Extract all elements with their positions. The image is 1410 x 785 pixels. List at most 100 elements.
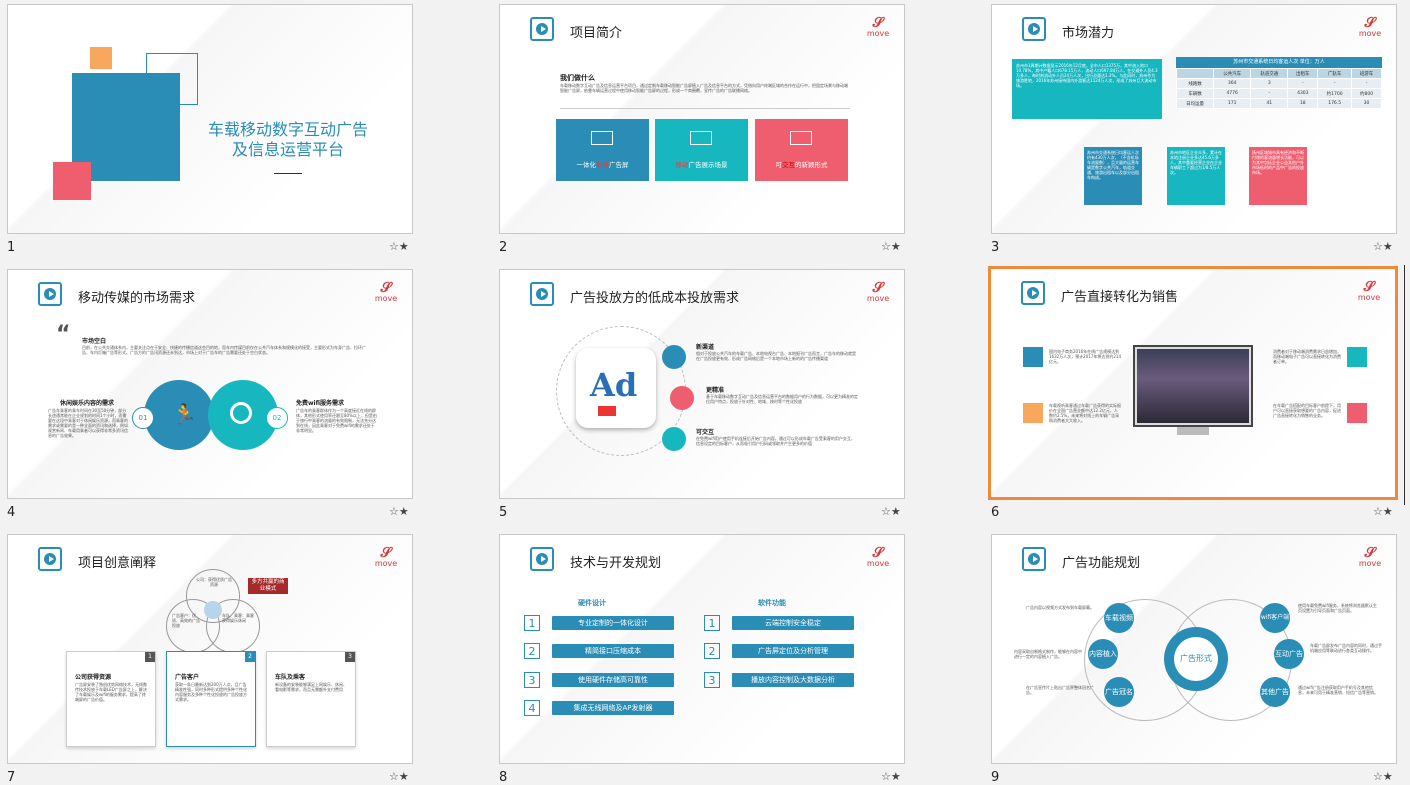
- scrollbar-marker[interactable]: [1404, 265, 1407, 505]
- text-content: 内容采取自制格式制作，能够在内容中进行一定的内容植入广告。: [1014, 649, 1082, 659]
- slide-number: 7: [7, 770, 16, 785]
- laptop-icon: [591, 131, 613, 145]
- hand-icon: [1347, 347, 1367, 367]
- quote-icon: “: [56, 322, 71, 347]
- thumbnail-slide-1[interactable]: 车载移动数字互动广告 及信息运营平台 1 ☆★: [7, 4, 413, 260]
- play-icon: [38, 282, 62, 306]
- population-textbox: 苏州市1周期计数据显示2016年12月底，全市人口1375万，其中流入地口10.…: [1012, 59, 1162, 119]
- slide-2[interactable]: 项目简介 𝒮move 我们做什么 车载移动数字互动广告及信息运营平台项目，通过定…: [499, 4, 905, 234]
- deco-square-orange: [90, 47, 112, 69]
- text-interactive: 车载广告屏发布广告内容的同时，通过手机端应用等联动进行各类互动操作。: [1310, 643, 1382, 653]
- slide-title: 项目简介: [570, 26, 623, 41]
- table-title: 苏州市交通系统日均客运人次 单位：万人: [1176, 57, 1382, 68]
- slide-number: 5: [499, 505, 508, 520]
- node-wifi: wifi客户端: [1260, 603, 1290, 633]
- slide-number: 1: [7, 240, 16, 255]
- right-body: 广告车的乘客群体作为一个高度接近在线的群体，其他形式使用率还跟至80%以上，但是…: [296, 408, 377, 433]
- thumbnail-slide-8[interactable]: 技术与开发规划 𝒮move 硬件设计 软件功能 1 专业定制的一体化设计 2 精…: [499, 534, 905, 785]
- slide-8[interactable]: 技术与开发规划 𝒮move 硬件设计 软件功能 1 专业定制的一体化设计 2 精…: [499, 534, 905, 764]
- bulb-icon: [1023, 347, 1043, 367]
- item-body-3: 在免费wifi用户使用手机连接后开始广告内容。通过可以形成车载广告受乘客的用户交…: [696, 436, 855, 446]
- animation-star-icon: ☆★: [1373, 505, 1393, 518]
- node-other: 其他广告: [1260, 677, 1290, 707]
- item-body-2: 基于车载移动数字互动广告及信息运营平台的数据用户的行为数据，可以更为精准的定位用…: [706, 394, 858, 404]
- slide-7[interactable]: 项目创意阐释 𝒮move 公司：获得优质广告资源 广告客户：优质、高效的广告投放…: [7, 534, 413, 764]
- node-sponsor: 广告冠名: [1104, 677, 1134, 707]
- hardware-heading: 硬件设计: [578, 599, 606, 607]
- title-underline: [274, 173, 302, 174]
- slide-6-selected[interactable]: 广告直接转化为销售 𝒮move 国内电子商务2016年在线广告规模达到1632万…: [988, 266, 1398, 500]
- card-company: 1 公司获得资源 广告屏安装了独创优势网络技术，无线数传技术投放于车载LED广告…: [66, 651, 156, 747]
- ad-app-icon: Ad: [576, 348, 656, 428]
- monitor-stand: [1177, 427, 1209, 435]
- runner-icon: 🏃: [172, 402, 197, 426]
- table-row: 日均运量 171 41 18 176.5 30: [1175, 98, 1382, 109]
- play-icon: [1022, 547, 1046, 571]
- laptop-icon: [790, 131, 812, 145]
- left-heading: 休闲娱乐内容的需求: [60, 400, 115, 407]
- thumbnail-slide-4[interactable]: 移动传媒的市场需求 𝒮move “ 市场空白 目前，在公共交通体系内，主要关注点…: [7, 269, 413, 525]
- right-heading: 免费wifi服务需求: [296, 400, 345, 407]
- slide-title: 移动传媒的市场需求: [78, 291, 196, 306]
- slide-number: 9: [991, 770, 1000, 785]
- target-icon: [230, 402, 252, 424]
- slide-number: 3: [991, 240, 1000, 255]
- move-logo: 𝒮move: [1357, 279, 1381, 302]
- thumbnail-slide-6[interactable]: 广告直接转化为销售 𝒮move 国内电子商务2016年在线广告规模达到1632万…: [988, 266, 1398, 525]
- slide-title: 广告直接转化为销售: [1061, 290, 1179, 305]
- venn-label-b: 广告客户：优质、高效的广告投放: [172, 613, 200, 628]
- transport-table: 苏州市交通系统日均客运人次 单位：万人 公共汽车 轨道交通 出租车 广轨车 班游车 线路…: [1175, 57, 1382, 109]
- node-video: 车载视频: [1104, 603, 1134, 633]
- sw-item-3: 播放内容控制及大数据分析: [732, 673, 854, 687]
- chat-icon: [662, 427, 686, 451]
- note-box-3: 扬州区域城市具有经济和不断付增的客流量增长功能，可以为其中包括企业公益其他户外市…: [1249, 147, 1307, 205]
- thumbnail-slide-3[interactable]: 市场潜力 𝒮move 苏州市1周期计数据显示2016年12月底，全市人口1375…: [991, 4, 1397, 260]
- sw-item-1: 云端控制安全稳定: [732, 616, 854, 630]
- thumbnail-slide-9[interactable]: 广告功能规划 𝒮move 广告形式 车载视频 内容植入 广告冠名 wifi客户端…: [991, 534, 1397, 785]
- animation-star-icon: ☆★: [1373, 240, 1393, 253]
- title-line-1: 车载移动数字互动广告: [207, 120, 368, 139]
- slide-1[interactable]: 车载移动数字互动广告 及信息运营平台: [7, 4, 413, 234]
- slide-3[interactable]: 市场潜力 𝒮move 苏州市1周期计数据显示2016年12月底，全市人口1375…: [991, 4, 1397, 234]
- node-content: 内容植入: [1088, 639, 1118, 669]
- slide-number: 6: [991, 505, 1000, 520]
- feature-card-2: 移动广告展示场景: [655, 119, 748, 181]
- slide-number: 8: [499, 770, 508, 785]
- play-icon: [1022, 17, 1046, 41]
- slide-title: 市场潜力: [1062, 26, 1115, 41]
- badge-02: 02: [266, 407, 288, 429]
- note-box-1: 苏州市交通系统日均客运人次约有430万人次，（不含机场车流量数），且大量的运营车…: [1084, 147, 1142, 205]
- slide-9[interactable]: 广告功能规划 𝒮move 广告形式 车载视频 内容植入 广告冠名 wifi客户端…: [991, 534, 1397, 764]
- quote-title: 市场空白: [82, 338, 107, 345]
- sw-item-2: 广告屏定位及分析管理: [732, 644, 854, 658]
- item-body-1: 相对于投放公共汽车的车载广告、本地电视台广告、本地报刊广告而言，广告车的移动就是…: [696, 351, 856, 361]
- slide-4[interactable]: 移动传媒的市场需求 𝒮move “ 市场空白 目前，在公共交通体系内，主要关注点…: [7, 269, 413, 499]
- play-icon: [530, 547, 554, 571]
- animation-star-icon: ☆★: [389, 240, 409, 253]
- slide-title: 车载移动数字互动广告 及信息运营平台: [188, 120, 388, 160]
- thumbnail-slide-2[interactable]: 项目简介 𝒮move 我们做什么 车载移动数字互动广告及信息运营平台项目，通过定…: [499, 4, 905, 260]
- center-label: 广告形式: [1174, 637, 1218, 681]
- laptop-icon: [690, 131, 712, 145]
- play-icon: [38, 547, 62, 571]
- move-logo: 𝒮move: [866, 280, 890, 303]
- slide-title: 广告功能规划: [1062, 556, 1141, 571]
- thumbnail-slide-5[interactable]: 广告投放方的低成本投放需求 𝒮move Ad 新渠道 相对于投放公共汽车的车载广…: [499, 269, 905, 525]
- slide-5[interactable]: 广告投放方的低成本投放需求 𝒮move Ad 新渠道 相对于投放公共汽车的车载广…: [499, 269, 905, 499]
- target-icon: [1347, 403, 1367, 423]
- slide-number: 4: [7, 505, 16, 520]
- venn-label-a: 公司：获得优质广告资源: [196, 577, 232, 587]
- venn-label-c: 车队、乘客：乘客获得娱乐休闲: [222, 613, 254, 623]
- hw-item-1: 专业定制的一体化设计: [552, 616, 674, 630]
- circle-leisure: 🏃: [144, 380, 214, 450]
- animation-star-icon: ☆★: [1373, 770, 1393, 783]
- move-logo: 𝒮move: [866, 545, 890, 568]
- text-bottom-left: 车载视听乘客通过车载广告获得的实际报价在全国广告营业额中达12.2亿元，人数约2…: [1049, 403, 1121, 423]
- chart-icon: [1023, 403, 1043, 423]
- text-sponsor: 在广告宣传片上贴出广告界整体冠名广告。: [1026, 685, 1094, 695]
- feature-card-3: 可交互的新颖形式: [755, 119, 848, 181]
- play-icon: [1021, 281, 1045, 305]
- center-circle: 广告形式: [1164, 627, 1228, 691]
- thumbnail-slide-7[interactable]: 项目创意阐释 𝒮move 公司：获得优质广告资源 广告客户：优质、高效的广告投放…: [7, 534, 413, 785]
- animation-star-icon: ☆★: [389, 770, 409, 783]
